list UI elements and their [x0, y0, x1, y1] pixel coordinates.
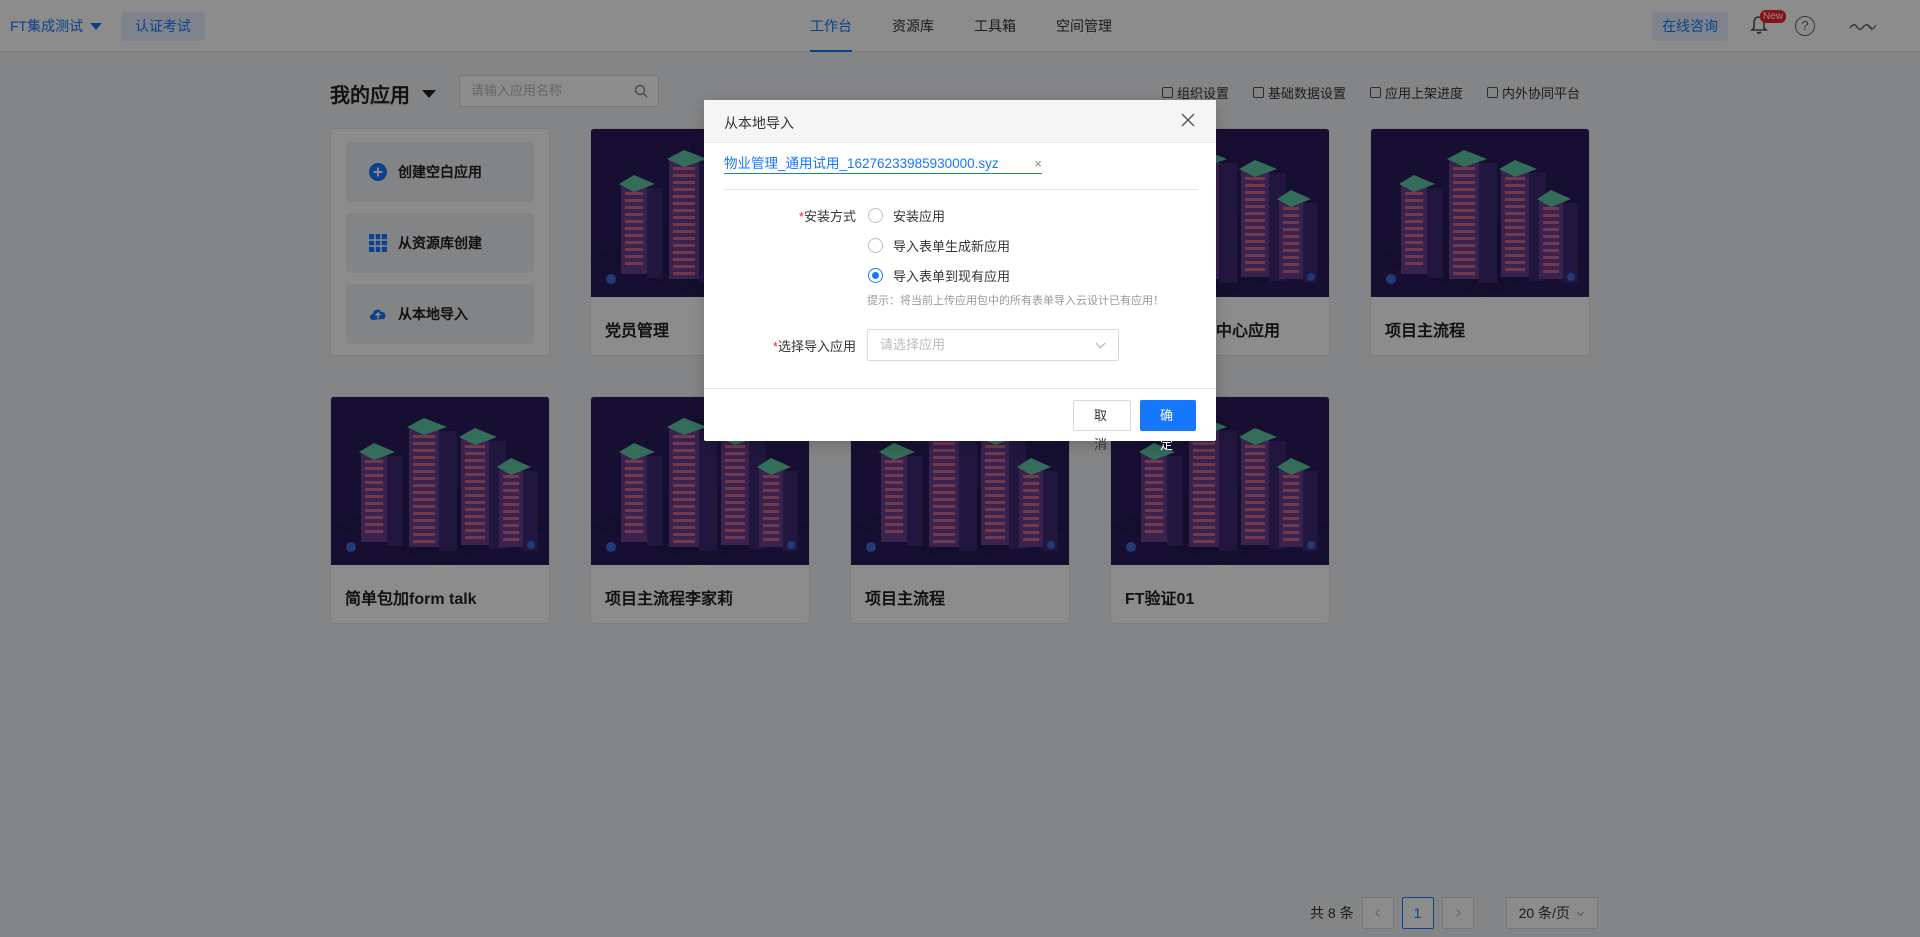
uploaded-file-row: 物业管理_通用试用_16276233985930000.syz ×: [724, 154, 1198, 190]
import-local-dialog: 从本地导入 物业管理_通用试用_16276233985930000.syz × …: [704, 100, 1216, 452]
install-method-label: *安装方式: [744, 206, 856, 225]
radio-label: 安装应用: [893, 209, 946, 224]
select-app-label: *选择导入应用: [744, 336, 856, 355]
label-text: 选择导入应用: [777, 339, 856, 354]
remove-file-icon[interactable]: ×: [1034, 154, 1042, 174]
chevron-down-icon: [1095, 338, 1106, 349]
select-placeholder: 请选择应用: [880, 337, 946, 352]
dialog-header: 从本地导入: [704, 100, 1216, 143]
uploaded-file[interactable]: 物业管理_通用试用_16276233985930000.syz ×: [724, 154, 1042, 174]
close-icon[interactable]: [1180, 112, 1196, 128]
file-name: 物业管理_通用试用_16276233985930000.syz: [724, 156, 999, 171]
import-hint: 提示：将当前上传应用包中的所有表单导入云设计已有应用！: [867, 295, 1164, 307]
radio-label: 导入表单生成新应用: [893, 239, 1011, 254]
radio-button[interactable]: [868, 208, 883, 223]
radio-import-new-app[interactable]: 导入表单生成新应用: [868, 236, 1010, 255]
cancel-button[interactable]: 取 消: [1073, 400, 1131, 452]
label-text: 安装方式: [803, 209, 856, 224]
dialog-footer: 取 消 确 定: [704, 388, 1216, 452]
radio-label: 导入表单到现有应用: [893, 269, 1011, 284]
target-app-select[interactable]: 请选择应用: [867, 329, 1119, 361]
radio-import-existing-app[interactable]: 导入表单到现有应用: [868, 266, 1010, 285]
dialog-title: 从本地导入: [724, 115, 794, 131]
radio-button[interactable]: [868, 238, 883, 253]
confirm-button[interactable]: 确 定: [1140, 400, 1196, 452]
radio-install-app[interactable]: 安装应用: [868, 206, 945, 225]
radio-button-checked[interactable]: [868, 268, 883, 283]
